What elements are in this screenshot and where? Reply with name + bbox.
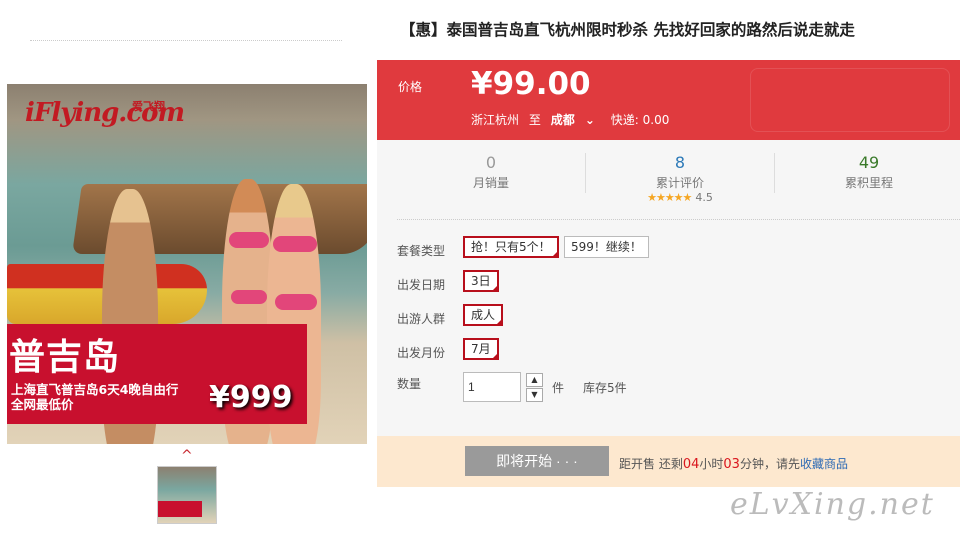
countdown-hours: 04 xyxy=(682,457,700,472)
image-subtitle-line2: 全网最低价 xyxy=(11,397,74,412)
star-icon: ★★★★★ xyxy=(647,191,692,204)
package-option-1[interactable]: 抢！只有5个！ xyxy=(463,236,559,260)
stat-label: 累计评价 xyxy=(655,176,704,190)
quantity-unit: 件 xyxy=(552,381,565,395)
chevron-down-icon: ⌄ xyxy=(584,113,595,127)
thumbnail-banner xyxy=(158,501,202,517)
traveler-option[interactable]: 成人 xyxy=(463,304,504,328)
stat-value: 8 xyxy=(674,153,686,172)
rating-stars: ★★★★★ 4.5 xyxy=(580,191,780,204)
shipping-fee: 快递: 0.00 xyxy=(610,113,670,127)
image-title: 普吉岛 xyxy=(9,337,121,378)
swimwear-graphic xyxy=(273,236,317,252)
ship-to-word: 至 xyxy=(528,113,541,127)
countdown-hours-unit: 小时 xyxy=(699,457,724,471)
swimwear-graphic xyxy=(275,294,317,310)
swimwear-graphic xyxy=(229,232,269,248)
stat-value: 0 xyxy=(485,153,497,172)
stat-value: 49 xyxy=(858,153,880,172)
chevron-up-icon[interactable]: ^ xyxy=(181,448,193,464)
stat-label: 月销量 xyxy=(472,176,509,190)
image-subtitle-line1: 上海直飞普吉岛6天4晚自由行 xyxy=(11,382,179,397)
image-price: ¥999 xyxy=(209,380,293,415)
product-page: iFlying.com 爱飞翔 普吉岛 上海直飞普吉岛6天4晚自由行 全网最低价… xyxy=(0,0,960,537)
thumbnail-image[interactable] xyxy=(157,466,217,524)
destination-value: 成都 xyxy=(550,113,575,127)
quantity-label: 数量 xyxy=(397,377,422,391)
departure-date-label: 出发日期 xyxy=(397,278,446,292)
decorative-pattern xyxy=(750,68,950,132)
iflying-logo-cn: 爱飞翔 xyxy=(132,100,165,113)
countdown-minutes-unit: 分钟，请先 xyxy=(739,457,800,471)
quantity-input[interactable] xyxy=(463,372,521,402)
price-value: ¥99.00 xyxy=(471,66,591,102)
traveler-type-label: 出游人群 xyxy=(397,312,446,326)
package-type-label: 套餐类型 xyxy=(397,244,446,258)
stat-reviews[interactable]: 8 累计评价 ★★★★★ 4.5 xyxy=(580,153,780,204)
ship-from: 浙江杭州 xyxy=(471,113,520,127)
decrease-quantity-button[interactable]: ▼ xyxy=(526,388,543,402)
countdown-prefix: 距开售 还剩 xyxy=(619,457,683,471)
watermark: eLvXing.net xyxy=(730,487,935,522)
divider xyxy=(397,219,960,220)
stock-count: 库存5件 xyxy=(583,381,627,395)
product-title: 【惠】泰国普吉岛直飞杭州限时秒杀 先找好回家的路然后说走就走 xyxy=(400,21,855,39)
favorite-link[interactable]: 收藏商品 xyxy=(800,457,848,471)
swimwear-graphic xyxy=(231,290,267,304)
rating-score: 4.5 xyxy=(695,191,713,204)
price-bar: 价格 ¥99.00 浙江杭州 至 成都 ⌄ 快递: 0.00 xyxy=(377,60,960,140)
countdown-minutes: 03 xyxy=(723,457,740,472)
price-label: 价格 xyxy=(398,80,423,94)
divider xyxy=(30,40,342,41)
stat-label: 累积里程 xyxy=(844,176,893,190)
increase-quantity-button[interactable]: ▲ xyxy=(526,373,543,387)
departure-month-label: 出发月份 xyxy=(397,346,446,360)
package-option-2[interactable]: 599！继续！ xyxy=(564,236,649,258)
coming-soon-button[interactable]: 即将开始 · · · xyxy=(465,446,609,476)
destination-select[interactable]: 成都 ⌄ xyxy=(551,113,601,127)
image-subtitle: 上海直飞普吉岛6天4晚自由行 全网最低价 xyxy=(11,382,178,412)
main-product-image[interactable]: iFlying.com 爱飞翔 普吉岛 上海直飞普吉岛6天4晚自由行 全网最低价… xyxy=(7,84,367,444)
countdown-text: 距开售 还剩04小时03分钟，请先收藏商品 xyxy=(619,455,848,472)
stat-points: 49 累积里程 xyxy=(769,153,960,191)
stat-monthly-sales: 0 月销量 xyxy=(391,153,591,191)
month-option[interactable]: 7月 xyxy=(463,338,499,362)
date-option[interactable]: 3日 xyxy=(463,270,499,294)
shipping-line: 浙江杭州 至 成都 ⌄ 快递: 0.00 xyxy=(471,111,675,128)
